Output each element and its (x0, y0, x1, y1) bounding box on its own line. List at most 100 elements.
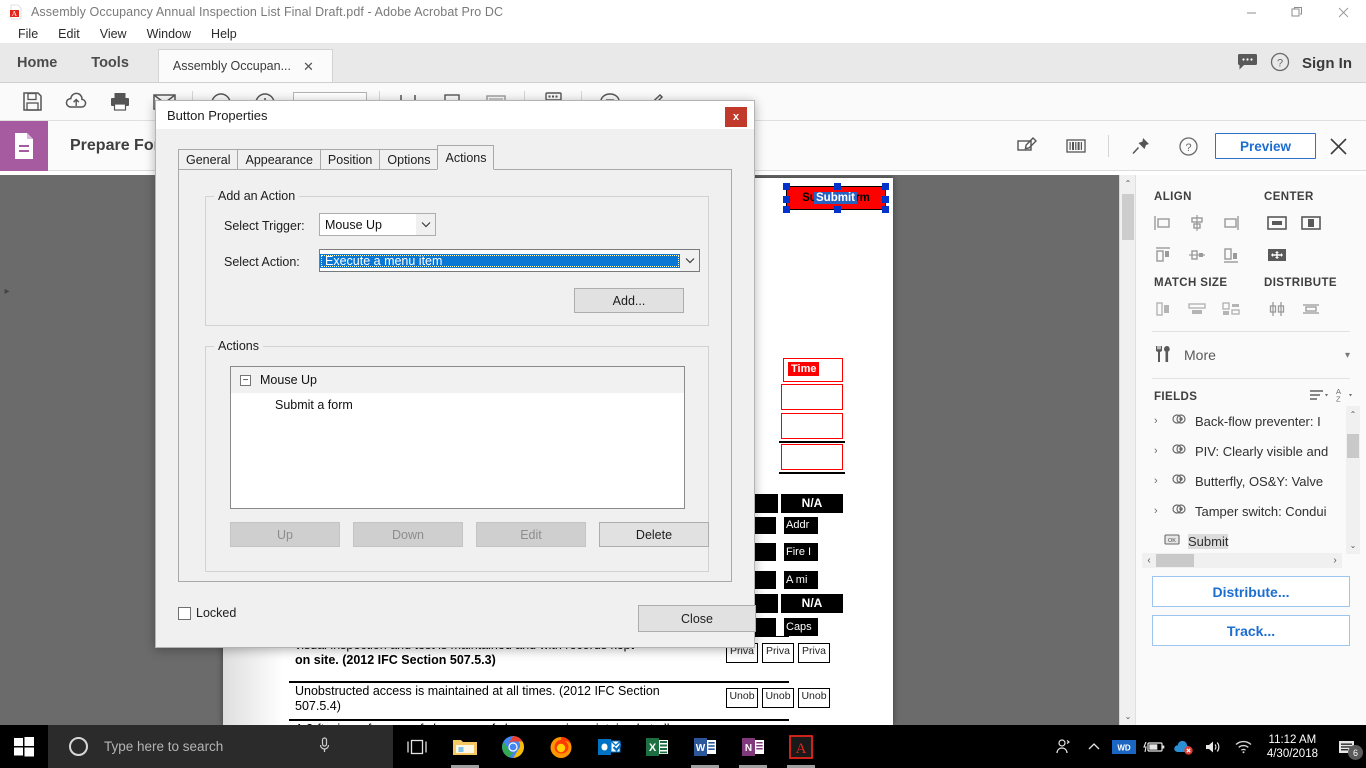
scroll-left-icon[interactable]: ‹ (1142, 553, 1156, 568)
resize-handle-w[interactable] (783, 196, 790, 203)
preview-button[interactable]: Preview (1214, 133, 1316, 159)
align-bottom-icon[interactable] (1214, 239, 1248, 271)
scroll-down-icon[interactable]: ⌄ (1346, 537, 1360, 554)
menu-file[interactable]: File (8, 24, 48, 44)
menu-help[interactable]: Help (201, 24, 247, 44)
align-center-horizontal-icon[interactable] (1180, 207, 1214, 239)
tab-general[interactable]: General (178, 149, 239, 170)
expand-left-panel-icon[interactable]: ▸ (0, 280, 14, 302)
chevron-right-icon[interactable]: › (1154, 505, 1164, 517)
action-list-item[interactable]: Submit a form (231, 393, 684, 417)
table-cell[interactable]: Unob (798, 688, 830, 708)
scrollbar-thumb[interactable] (1156, 554, 1194, 567)
chevron-right-icon[interactable]: › (1154, 415, 1164, 427)
submit-form-field[interactable]: Submit form Submit (783, 183, 889, 213)
add-signature-icon[interactable] (1006, 128, 1050, 164)
comment-bubble-icon[interactable] (1237, 53, 1258, 74)
minimize-button[interactable] (1228, 0, 1274, 24)
form-field-amin[interactable]: A mi (783, 570, 819, 590)
select-trigger-dropdown[interactable]: Mouse Up (319, 213, 436, 236)
chevron-down-icon[interactable] (680, 250, 699, 271)
adobe-acrobat-icon[interactable]: A (777, 725, 825, 768)
sign-in-button[interactable]: Sign In (1302, 55, 1352, 72)
actions-group-row[interactable]: − Mouse Up (231, 367, 684, 393)
file-explorer-icon[interactable] (441, 725, 489, 768)
resize-handle-s[interactable] (834, 206, 841, 213)
field-item-piv[interactable]: › PIV: Clearly visible and (1136, 436, 1366, 466)
task-view-icon[interactable] (393, 725, 441, 768)
resize-handle-ne[interactable] (882, 183, 889, 190)
menu-edit[interactable]: Edit (48, 24, 90, 44)
barcode-icon[interactable] (1054, 128, 1098, 164)
more-tools-row[interactable]: More ▾ (1136, 338, 1366, 372)
button-properties-dialog[interactable]: Button Properties x General Appearance P… (155, 100, 756, 648)
table-cell[interactable]: Unob (762, 688, 794, 708)
center-horizontally-icon[interactable] (1260, 207, 1294, 239)
distribute-horizontal-icon[interactable] (1294, 293, 1328, 325)
save-icon[interactable] (10, 84, 54, 120)
align-top-icon[interactable] (1146, 239, 1180, 271)
help-circle-icon[interactable]: ? (1270, 52, 1290, 75)
taskbar-clock[interactable]: 11:12 AM 4/30/2018 (1259, 733, 1326, 761)
document-vertical-scrollbar[interactable]: ⌃ ⌄ (1119, 175, 1135, 725)
sort-order-icon[interactable] (1308, 387, 1330, 406)
scroll-right-icon[interactable]: › (1328, 553, 1342, 568)
fields-horizontal-scrollbar[interactable]: ‹ › (1142, 553, 1342, 568)
microphone-icon[interactable] (318, 736, 331, 757)
form-field-box[interactable] (781, 384, 843, 410)
resize-handle-sw[interactable] (783, 206, 790, 213)
form-field-fire[interactable]: Fire I (783, 542, 819, 562)
collapse-expander-icon[interactable]: − (240, 374, 251, 386)
locked-checkbox-row[interactable]: Locked (178, 606, 236, 620)
add-action-button[interactable]: Add... (574, 288, 684, 313)
form-field-box[interactable] (781, 413, 843, 439)
align-middle-vertical-icon[interactable] (1180, 239, 1214, 271)
notification-icon[interactable]: 6 (1326, 725, 1366, 768)
tab-options[interactable]: Options (379, 149, 439, 170)
upload-cloud-icon[interactable] (54, 84, 98, 120)
table-cell[interactable]: Priva (798, 643, 830, 663)
tab-appearance[interactable]: Appearance (237, 149, 321, 170)
chevron-down-icon[interactable] (416, 214, 435, 235)
close-icon[interactable]: ✕ (303, 60, 314, 73)
mozilla-firefox-icon[interactable] (537, 725, 585, 768)
form-field-caps[interactable]: Caps (783, 617, 819, 637)
menu-view[interactable]: View (90, 24, 137, 44)
field-item-backflow-preventer[interactable]: › Back-flow preventer: I (1136, 406, 1366, 436)
chevron-down-icon[interactable]: ▾ (1345, 350, 1350, 361)
scroll-down-icon[interactable]: ⌄ (1120, 708, 1135, 725)
select-action-dropdown[interactable]: Execute a menu item (319, 249, 700, 272)
tab-tools[interactable]: Tools (74, 43, 146, 82)
center-vertically-icon[interactable] (1294, 207, 1328, 239)
move-up-button[interactable]: Up (230, 522, 340, 547)
scroll-up-icon[interactable]: ⌃ (1346, 406, 1360, 423)
form-field-addr[interactable]: Addr (783, 516, 819, 535)
match-height-icon[interactable] (1146, 293, 1180, 325)
help-circle-icon[interactable]: ? (1167, 128, 1211, 164)
fields-list[interactable]: › Back-flow preventer: I › PIV: Clearly … (1136, 406, 1366, 568)
distribute-button[interactable]: Distribute... (1152, 576, 1350, 607)
cortana-circle-icon[interactable] (69, 737, 88, 756)
search-input[interactable]: Type here to search (48, 725, 393, 768)
delete-action-button[interactable]: Delete (599, 522, 709, 547)
tab-actions[interactable]: Actions (437, 145, 495, 170)
scrollbar-thumb[interactable] (1347, 434, 1359, 458)
distribute-vertical-icon[interactable] (1260, 293, 1294, 325)
show-hidden-icons-icon[interactable] (1079, 725, 1109, 768)
tab-home[interactable]: Home (0, 43, 75, 82)
track-button[interactable]: Track... (1152, 615, 1350, 646)
align-left-icon[interactable] (1146, 207, 1180, 239)
menu-window[interactable]: Window (137, 24, 201, 44)
align-right-icon[interactable] (1214, 207, 1248, 239)
microsoft-excel-icon[interactable]: X (633, 725, 681, 768)
document-tab[interactable]: Assembly Occupan... ✕ (157, 49, 333, 82)
resize-handle-n[interactable] (834, 183, 841, 190)
microsoft-word-icon[interactable]: W (681, 725, 729, 768)
maximize-restore-button[interactable] (1274, 0, 1320, 24)
resize-handle-se[interactable] (882, 206, 889, 213)
wd-icon[interactable]: WD (1109, 725, 1139, 768)
scroll-up-icon[interactable]: ⌃ (1120, 175, 1135, 192)
table-cell[interactable]: Unob (726, 688, 758, 708)
microsoft-outlook-icon[interactable] (585, 725, 633, 768)
microsoft-onenote-icon[interactable]: N (729, 725, 777, 768)
